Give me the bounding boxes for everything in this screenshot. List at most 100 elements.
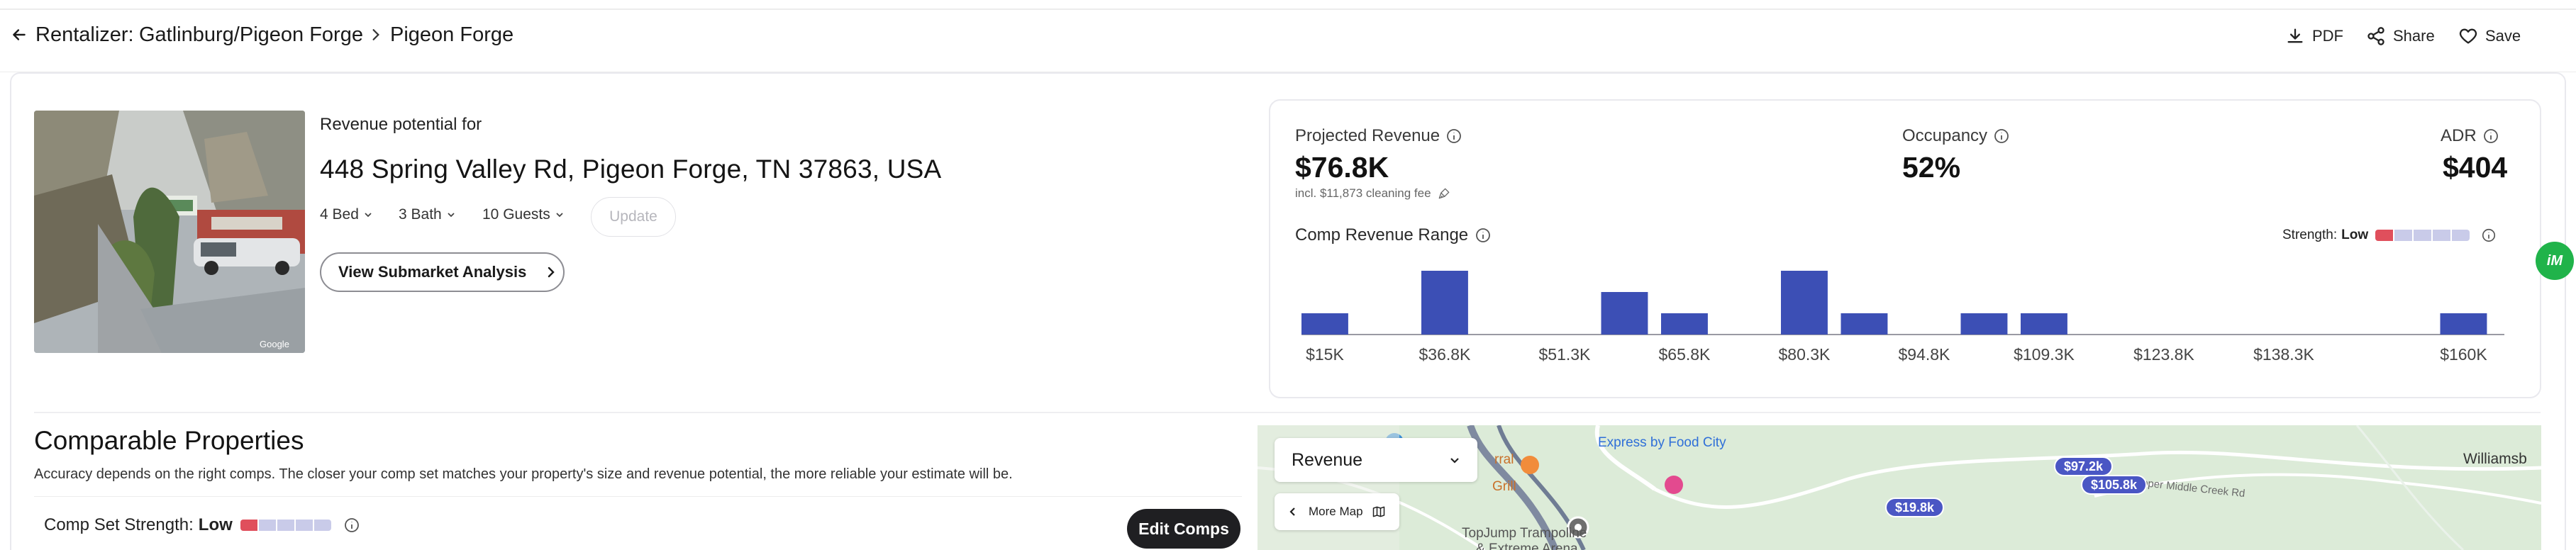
x-tick-label: $138.3K [2253,345,2314,364]
projected-revenue-value: $76.8K [1295,151,1389,184]
histogram-bar[interactable] [1661,313,1708,335]
more-map-button[interactable]: More Map [1275,493,1399,530]
histogram-bar[interactable] [1841,313,1888,335]
edit-comps-button[interactable]: Edit Comps [1127,509,1240,549]
comp-set-strength-label: Comp Set Strength: [44,515,194,534]
chevron-down-icon [365,213,372,218]
share-button[interactable]: Share [2366,24,2435,48]
map-label-topjump-2: & Extreme Arena [1476,541,1578,550]
x-tick-label: $65.8K [1659,345,1711,364]
comparable-properties-description: Accuracy depends on the right comps. The… [34,466,1013,482]
map-pin[interactable]: $19.8k [1885,498,1945,517]
pdf-button[interactable]: PDF [2285,24,2343,48]
map-pin[interactable]: $97.2k [2054,456,2114,476]
page-header [0,10,2576,72]
comp-revenue-histogram: $15K $36.8K $51.3K $65.8K $80.3K $94.8K $109.3… [1301,271,2504,364]
map-pin[interactable]: $105.8k [2081,475,2148,495]
map-icon [1372,506,1384,517]
strength-segment [313,520,331,531]
map-label-grill: rral [1494,452,1514,467]
breadcrumb-submarket[interactable]: Pigeon Forge [390,23,513,47]
more-map-label: More Map [1309,505,1363,518]
map-metric-select[interactable]: Revenue [1275,438,1477,482]
x-tick-label: $123.8K [2133,345,2194,364]
pdf-label: PDF [2312,27,2343,45]
strength-segment [2394,230,2413,241]
info-icon[interactable] [2482,128,2499,145]
broom-icon [1438,188,1449,199]
strength-segment [2375,230,2394,241]
strength-segment [2452,230,2470,241]
map-label-grill-2: Grill [1492,479,1516,494]
property-address: 448 Spring Valley Rd, Pigeon Forge, TN 3… [320,155,942,184]
histogram-bar[interactable] [2021,313,2067,335]
share-label: Share [2393,27,2435,45]
occupancy-label-text: Occupancy [1902,126,1988,145]
update-button[interactable]: Update [591,197,676,237]
x-tick-label: $160K [2440,345,2487,364]
chevron-down-icon [556,213,563,218]
projected-revenue-label: Projected Revenue [1295,126,1462,146]
strength-segment [258,520,276,531]
property-photo: Google [34,111,305,353]
download-icon [2287,28,2303,43]
comp-revenue-range-text: Comp Revenue Range [1295,225,1469,245]
strength-meter [2375,230,2471,241]
x-tick-label: $109.3K [2014,345,2075,364]
histogram-bar[interactable] [1601,292,1648,335]
guests-select[interactable]: 10 Guests [482,206,565,223]
breadcrumb-market[interactable]: Gatlinburg/Pigeon Forge [139,23,363,47]
map-label-express: Express by Food City [1598,435,1726,450]
info-icon[interactable] [1475,227,1492,244]
occupancy-label: Occupancy [1902,126,2010,146]
revenue-potential-label: Revenue potential for [320,115,482,134]
x-tick-label: $80.3K [1779,345,1831,364]
comparable-properties-title: Comparable Properties [34,426,304,455]
cleaning-fee-note: incl. $11,873 cleaning fee [1295,186,1451,201]
strength-value: Low [2341,228,2369,242]
chevron-left-icon [1289,507,1295,516]
bathrooms-value: 3 Bath [399,206,442,223]
x-tick-label: $51.3K [1539,345,1592,364]
histogram-bar[interactable] [1781,271,1828,335]
strength-segment [2414,230,2432,241]
info-icon[interactable] [1445,128,1462,145]
histogram-bar[interactable] [1301,313,1348,335]
comp-strength-indicator: Strength: Low [2282,228,2497,243]
bedrooms-value: 4 Bed [320,206,359,223]
cleaning-fee-text: incl. $11,873 cleaning fee [1295,186,1431,200]
strength-segment [2433,230,2451,241]
strength-label: Strength: [2282,228,2338,242]
comp-strength-meter [240,520,333,531]
histogram-bar[interactable] [1960,313,2008,335]
share-icon [2367,27,2385,45]
comp-revenue-range-label: Comp Revenue Range [1295,225,1492,245]
view-submarket-analysis-button[interactable]: View Submarket Analysis [320,252,565,292]
floating-assistant-badge[interactable]: iM [2536,242,2574,280]
bedrooms-select[interactable]: 4 Bed [320,206,373,223]
strength-segment [240,520,257,531]
histogram-bar[interactable] [1421,271,1468,335]
histogram-bar[interactable] [2440,313,2487,335]
comp-set-strength-value: Low [198,515,233,534]
x-tick-label: $36.8K [1419,345,1472,364]
photo-watermark: Google [260,339,289,349]
info-icon[interactable] [2481,228,2497,243]
info-icon[interactable] [1993,128,2010,145]
chevron-down-icon [448,213,455,218]
info-icon[interactable] [343,517,360,534]
strength-segment [277,520,294,531]
comp-set-strength: Comp Set Strength: Low [44,515,360,535]
breadcrumb-root: Rentalizer: [35,23,134,46]
back-arrow-icon[interactable] [10,26,28,44]
chevron-down-icon [1450,458,1459,464]
bathrooms-select[interactable]: 3 Bath [399,206,456,223]
chevron-right-icon [548,266,555,278]
guests-value: 10 Guests [482,206,550,223]
x-tick-label: $94.8K [1899,345,1951,364]
adr-label: ADR [2441,126,2499,146]
comparable-divider [34,496,1242,497]
map-label-williamsburg: Williamsb [2463,451,2527,467]
save-button[interactable]: Save [2458,24,2521,48]
map-label-topjump: TopJump Trampoline [1462,526,1587,541]
